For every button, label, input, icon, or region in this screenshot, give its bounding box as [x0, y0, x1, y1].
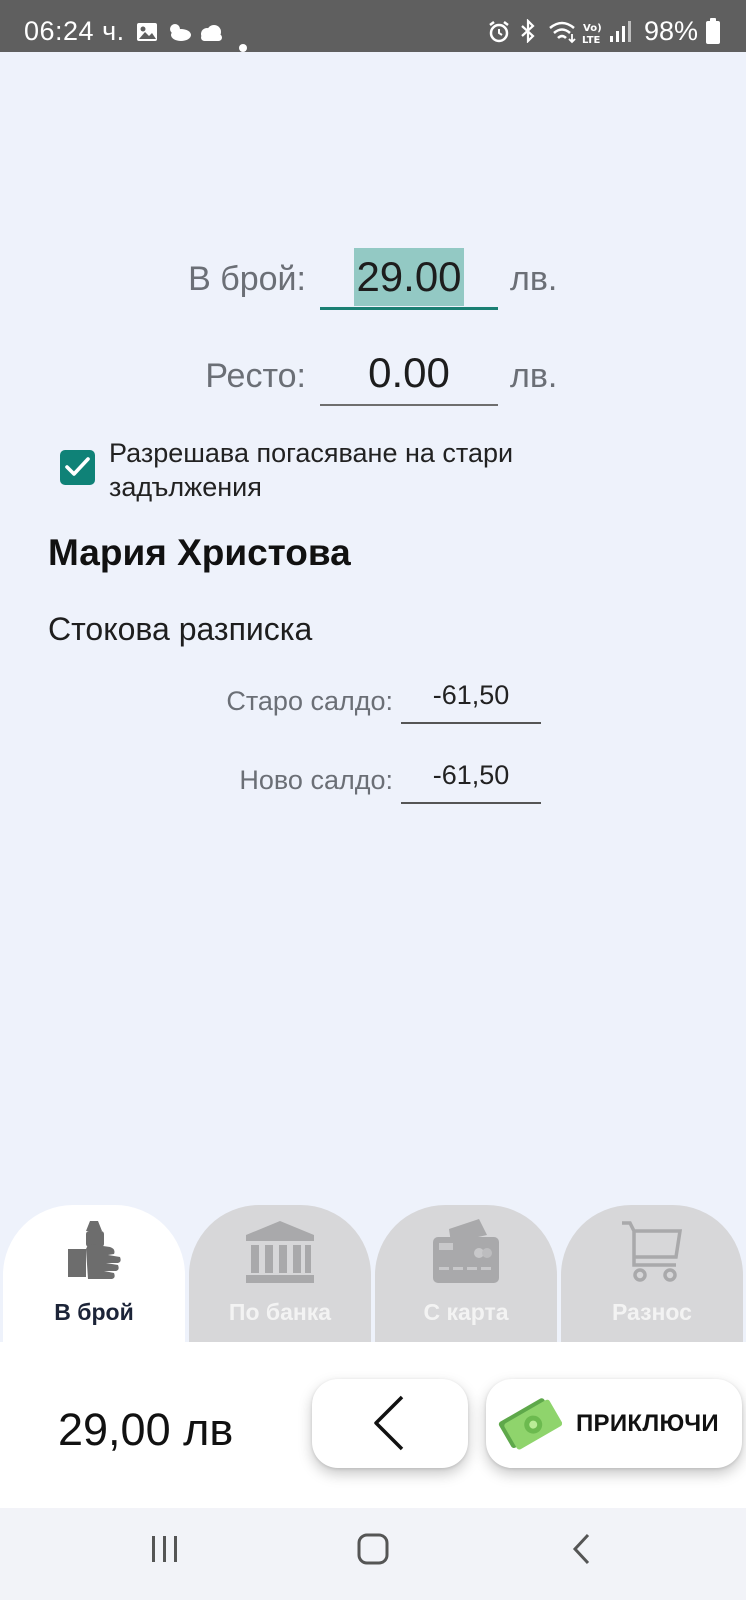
signal-icon [608, 20, 634, 51]
tab-bank[interactable]: По банка [189, 1205, 371, 1342]
dot-icon [239, 28, 247, 59]
status-bar: 06:24 ч. Vo) LTE 98% [0, 0, 746, 52]
old-balance-label: Старо салдо: [226, 686, 393, 716]
payment-method-tabs: В брой По банка С карта Разнос [0, 1205, 746, 1342]
new-balance-label: Ново салдо: [239, 765, 393, 795]
tab-delivery[interactable]: Разнос [561, 1205, 743, 1342]
old-balance-value: -61,50 [432, 680, 510, 710]
wifi-icon [548, 20, 578, 51]
system-navigation-bar [0, 1508, 746, 1600]
bottom-action-bar: 29,00 лв ПРИКЛЮЧИ [0, 1342, 746, 1508]
chevron-left-icon [374, 1395, 404, 1451]
old-balance-field: -61,50 [401, 680, 541, 724]
finish-button-label: ПРИКЛЮЧИ [576, 1410, 719, 1437]
back-button[interactable] [312, 1379, 468, 1468]
change-field-underline [320, 404, 498, 406]
change-amount-field: 0.00 [320, 344, 498, 406]
volte-icon: Vo) LTE [582, 20, 606, 53]
home-icon[interactable] [356, 1532, 390, 1571]
checkmark-icon [65, 457, 90, 476]
finish-button[interactable]: ПРИКЛЮЧИ [486, 1379, 742, 1468]
recent-apps-icon[interactable] [150, 1532, 180, 1571]
gallery-icon [136, 18, 158, 49]
change-currency: лв. [510, 357, 558, 395]
cash-input-underline [320, 307, 498, 310]
change-amount-value: 0.00 [368, 349, 450, 396]
allow-old-debts-label[interactable]: Разрешава погасяване на стари задължения [109, 436, 629, 504]
credit-card-icon [431, 1219, 501, 1290]
cash-amount-value: 29.00 [354, 248, 464, 306]
bluetooth-icon [519, 18, 537, 50]
battery-percent: 98% [644, 16, 699, 46]
tab-cash-label: В брой [54, 1299, 134, 1325]
tab-bank-label: По банка [228, 1299, 332, 1325]
cash-label: В брой: [188, 260, 306, 298]
total-amount: 29,00 лв [58, 1404, 234, 1455]
tab-delivery-label: Разнос [612, 1299, 692, 1325]
tab-card-label: С карта [423, 1299, 509, 1325]
status-time: 06:24 ч. [24, 16, 125, 46]
cash-amount-input[interactable]: 29.00 [320, 248, 498, 310]
new-balance-underline [401, 802, 541, 804]
tab-cash[interactable]: В брой [3, 1205, 185, 1342]
money-icon [498, 1393, 563, 1458]
customer-name: Мария Христова [48, 532, 351, 573]
bank-icon [242, 1219, 318, 1290]
new-balance-value: -61,50 [432, 760, 510, 790]
partly-sunny-icon [166, 18, 192, 49]
alarm-icon [487, 20, 511, 51]
battery-icon [706, 18, 720, 44]
back-nav-icon[interactable] [570, 1532, 594, 1571]
svg-text:Vo): Vo) [583, 23, 602, 34]
tab-card[interactable]: С карта [375, 1205, 557, 1342]
document-type: Стокова разписка [48, 611, 313, 647]
allow-old-debts-checkbox[interactable] [60, 450, 95, 485]
cart-icon [620, 1219, 684, 1290]
new-balance-field: -61,50 [401, 760, 541, 804]
cash-currency: лв. [510, 260, 558, 298]
old-balance-underline [401, 722, 541, 724]
change-label: Ресто: [205, 357, 306, 395]
svg-text:LTE: LTE [582, 35, 601, 46]
cash-hand-icon [64, 1219, 124, 1288]
cloud-icon [198, 18, 224, 49]
